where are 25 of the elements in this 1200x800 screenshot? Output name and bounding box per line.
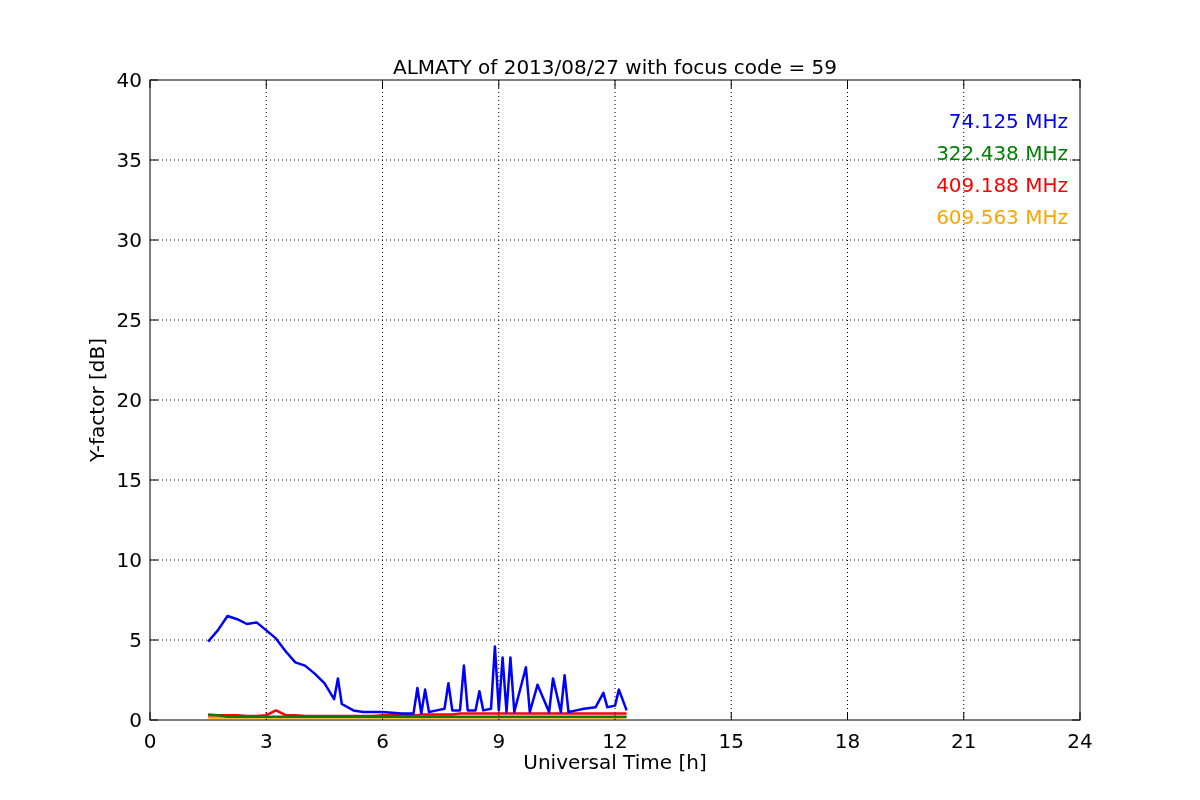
x-tick-label: 0 bbox=[143, 729, 157, 753]
x-tick-label: 21 bbox=[951, 729, 977, 753]
legend-label: 74.125 MHz bbox=[948, 109, 1068, 133]
y-axis-label: Y-factor [dB] bbox=[85, 338, 109, 462]
x-axis-label: Universal Time [h] bbox=[523, 750, 707, 774]
y-tick-label: 15 bbox=[116, 468, 142, 492]
x-tick-label: 15 bbox=[718, 729, 744, 753]
x-tick-label: 12 bbox=[602, 729, 628, 753]
x-tick-label: 9 bbox=[492, 729, 506, 753]
legend-label: 322.438 MHz bbox=[936, 141, 1068, 165]
y-tick-label: 35 bbox=[116, 148, 142, 172]
x-tick-label: 18 bbox=[834, 729, 861, 753]
y-tick-label: 0 bbox=[129, 708, 142, 732]
chart-title: ALMATY of 2013/08/27 with focus code = 59 bbox=[393, 55, 837, 79]
y-tick-label: 30 bbox=[116, 228, 142, 252]
legend-label: 409.188 MHz bbox=[936, 173, 1068, 197]
x-tick-label: 24 bbox=[1067, 729, 1093, 753]
y-tick-label: 25 bbox=[116, 308, 142, 332]
y-tick-label: 10 bbox=[116, 548, 142, 572]
x-tick-label: 6 bbox=[376, 729, 389, 753]
x-tick-label: 3 bbox=[259, 729, 273, 753]
legend-label: 609.563 MHz bbox=[936, 205, 1068, 229]
y-tick-label: 5 bbox=[129, 628, 142, 652]
y-tick-label: 40 bbox=[116, 68, 142, 92]
y-tick-label: 20 bbox=[116, 388, 142, 412]
